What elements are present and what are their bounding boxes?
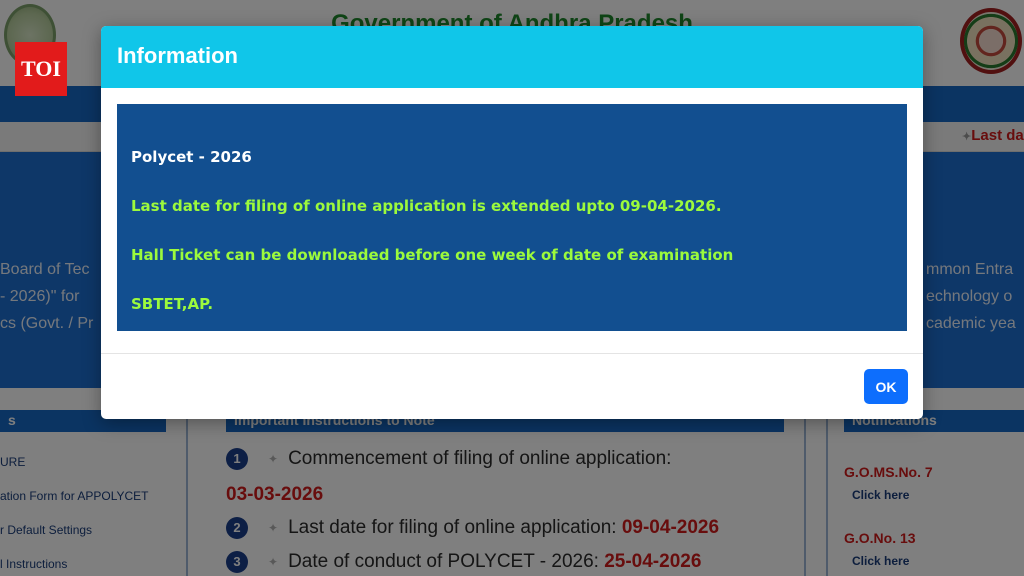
toi-logo: TOI bbox=[15, 42, 67, 96]
dialog-header: Information bbox=[101, 26, 923, 88]
ok-button[interactable]: OK bbox=[864, 369, 908, 404]
information-dialog: Information Polycet - 2026 Last date for… bbox=[101, 26, 923, 419]
dialog-footer-divider bbox=[101, 353, 923, 354]
dialog-title: Information bbox=[117, 43, 238, 68]
message-line: SBTET,AP. bbox=[131, 295, 214, 313]
message-heading: Polycet - 2026 bbox=[131, 148, 252, 166]
dialog-message-box: Polycet - 2026 Last date for filing of o… bbox=[117, 104, 907, 331]
message-line: Hall Ticket can be downloaded before one… bbox=[131, 246, 734, 264]
message-line: Last date for filing of online applicati… bbox=[131, 197, 722, 215]
